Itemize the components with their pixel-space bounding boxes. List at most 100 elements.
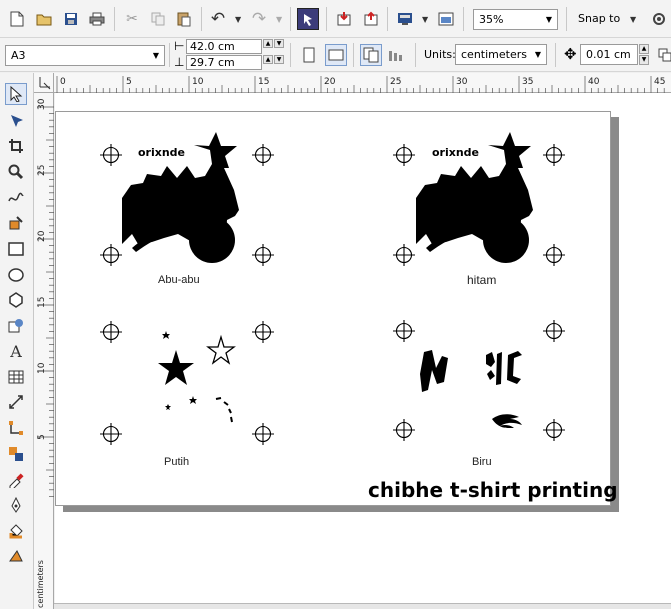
shape-tool-icon[interactable]: [5, 110, 27, 132]
table-tool-icon[interactable]: [5, 366, 27, 388]
save-icon[interactable]: [60, 8, 82, 30]
nudge-spin-up-icon[interactable]: ▲: [639, 44, 649, 54]
toolbar-separator: [353, 43, 354, 67]
watermark-text: chibhe t-shirt printing: [368, 478, 618, 502]
height-spin-down-icon[interactable]: ▼: [274, 55, 284, 64]
height-icon: ⊥: [174, 55, 185, 69]
toolbar-separator: [415, 43, 416, 67]
registration-mark: [392, 418, 416, 442]
drawing-canvas[interactable]: orixnde: [55, 93, 671, 603]
ruler-tick-label: 5: [37, 434, 47, 440]
freehand-tool-icon[interactable]: [5, 186, 27, 208]
snap-to-button[interactable]: Snap to: [578, 12, 620, 25]
basic-shapes-tool-icon[interactable]: [5, 315, 27, 337]
vertical-ruler[interactable]: 30 25 20 15 10 5 centimeters: [34, 93, 54, 609]
snap-to-dropdown-icon[interactable]: ▼: [630, 15, 636, 24]
width-icon: ⊢: [174, 39, 185, 53]
smart-fill-tool-icon[interactable]: [5, 212, 27, 234]
label-putih: Putih: [164, 456, 190, 468]
import-icon[interactable]: [333, 8, 355, 30]
registration-mark: [392, 319, 416, 343]
duplicate-distance-icon[interactable]: [654, 44, 671, 66]
zoom-tool-icon[interactable]: [5, 161, 27, 183]
copy-icon[interactable]: [147, 8, 169, 30]
label-abu-abu: Abu-abu: [158, 274, 200, 286]
undo-dropdown-icon[interactable]: ▼: [235, 15, 241, 24]
registration-mark: [99, 143, 123, 167]
redo-dropdown-icon[interactable]: ▼: [276, 15, 282, 24]
nudge-spin-down-icon[interactable]: ▼: [639, 55, 649, 65]
new-document-icon[interactable]: [6, 8, 28, 30]
interactive-fill-tool-icon[interactable]: [5, 546, 27, 568]
application-launcher-icon[interactable]: [297, 8, 319, 30]
all-pages-icon[interactable]: [360, 44, 382, 66]
ruler-origin-corner[interactable]: [34, 73, 54, 93]
outline-pen-tool-icon[interactable]: [5, 494, 27, 516]
toolbar-separator: [566, 7, 567, 31]
ellipse-tool-icon[interactable]: [5, 264, 27, 286]
horizontal-ruler[interactable]: 0 5 10 15 20 25 30 35 40 45: [34, 73, 671, 93]
current-page-icon[interactable]: [386, 44, 408, 66]
options-gear-icon[interactable]: [648, 8, 670, 30]
print-icon[interactable]: [86, 8, 108, 30]
toolbar-separator: [555, 43, 556, 67]
eyedropper-tool-icon[interactable]: [5, 469, 27, 491]
nudge-distance-input[interactable]: 0.01 cm: [580, 44, 638, 65]
crop-tool-icon[interactable]: [5, 135, 27, 157]
width-spin-down-icon[interactable]: ▼: [274, 39, 284, 48]
units-combo[interactable]: centimeters ▼: [455, 44, 547, 65]
polygon-tool-icon[interactable]: [5, 289, 27, 311]
units-label: Units:: [424, 48, 456, 61]
ruler-tick-label: 20: [37, 230, 47, 242]
design-abu-abu[interactable]: [122, 132, 239, 263]
registration-mark: [392, 243, 416, 267]
ruler-tick-label: 0: [60, 77, 66, 87]
toolbar-separator: [387, 7, 388, 31]
drawing-page[interactable]: orixnde: [55, 111, 618, 506]
toolbar-separator: [326, 7, 327, 31]
text-tool-icon[interactable]: A: [5, 340, 27, 362]
registration-mark: [542, 143, 566, 167]
export-icon[interactable]: [360, 8, 382, 30]
pick-tool-icon[interactable]: [5, 83, 27, 105]
design-putih[interactable]: [158, 331, 236, 423]
width-spin-up-icon[interactable]: ▲: [263, 39, 273, 48]
open-folder-icon[interactable]: [33, 8, 55, 30]
portrait-orientation-icon[interactable]: [298, 44, 320, 66]
zoom-level-value: 35%: [479, 13, 504, 26]
ruler-tick-label: 15: [258, 77, 269, 87]
chevron-down-icon: ▼: [545, 15, 552, 24]
chevron-down-icon: ▼: [534, 50, 541, 59]
paper-size-combo[interactable]: A3 ▼: [5, 45, 165, 66]
ruler-tick-label: 25: [390, 77, 401, 87]
view-dropdown-icon[interactable]: ▼: [422, 15, 428, 24]
cut-icon[interactable]: ✂: [121, 8, 143, 30]
registration-mark: [542, 319, 566, 343]
page-height-input[interactable]: 29.7 cm: [186, 55, 262, 70]
paste-icon[interactable]: [173, 8, 195, 30]
dimension-tool-icon[interactable]: [5, 391, 27, 413]
page-width-input[interactable]: 42.0 cm: [186, 39, 262, 54]
connector-tool-icon[interactable]: [5, 417, 27, 439]
welcome-screen-icon[interactable]: [435, 8, 457, 30]
design-biru[interactable]: [420, 350, 522, 429]
blend-tool-icon[interactable]: [5, 443, 27, 465]
registration-mark: [542, 243, 566, 267]
full-screen-preview-icon[interactable]: [394, 8, 416, 30]
page-artwork: orixnde: [99, 132, 566, 446]
rectangle-tool-icon[interactable]: [5, 238, 27, 260]
registration-mark: [99, 243, 123, 267]
page-height-value: 29.7 cm: [190, 56, 235, 69]
height-spin-up-icon[interactable]: ▲: [263, 55, 273, 64]
toolbox: A: [0, 73, 34, 609]
undo-icon[interactable]: ↶: [207, 8, 229, 30]
registration-mark: [251, 320, 275, 344]
ruler-tick-label: 10: [192, 77, 204, 87]
design-hitam[interactable]: [416, 132, 533, 263]
vertical-ruler-unit-label: centimeters: [36, 560, 45, 608]
landscape-orientation-icon[interactable]: [325, 44, 347, 66]
zoom-level-combo[interactable]: 35% ▼: [473, 9, 558, 30]
redo-icon[interactable]: ↷: [248, 8, 270, 30]
fill-tool-icon[interactable]: [5, 520, 27, 542]
registration-mark: [542, 418, 566, 442]
